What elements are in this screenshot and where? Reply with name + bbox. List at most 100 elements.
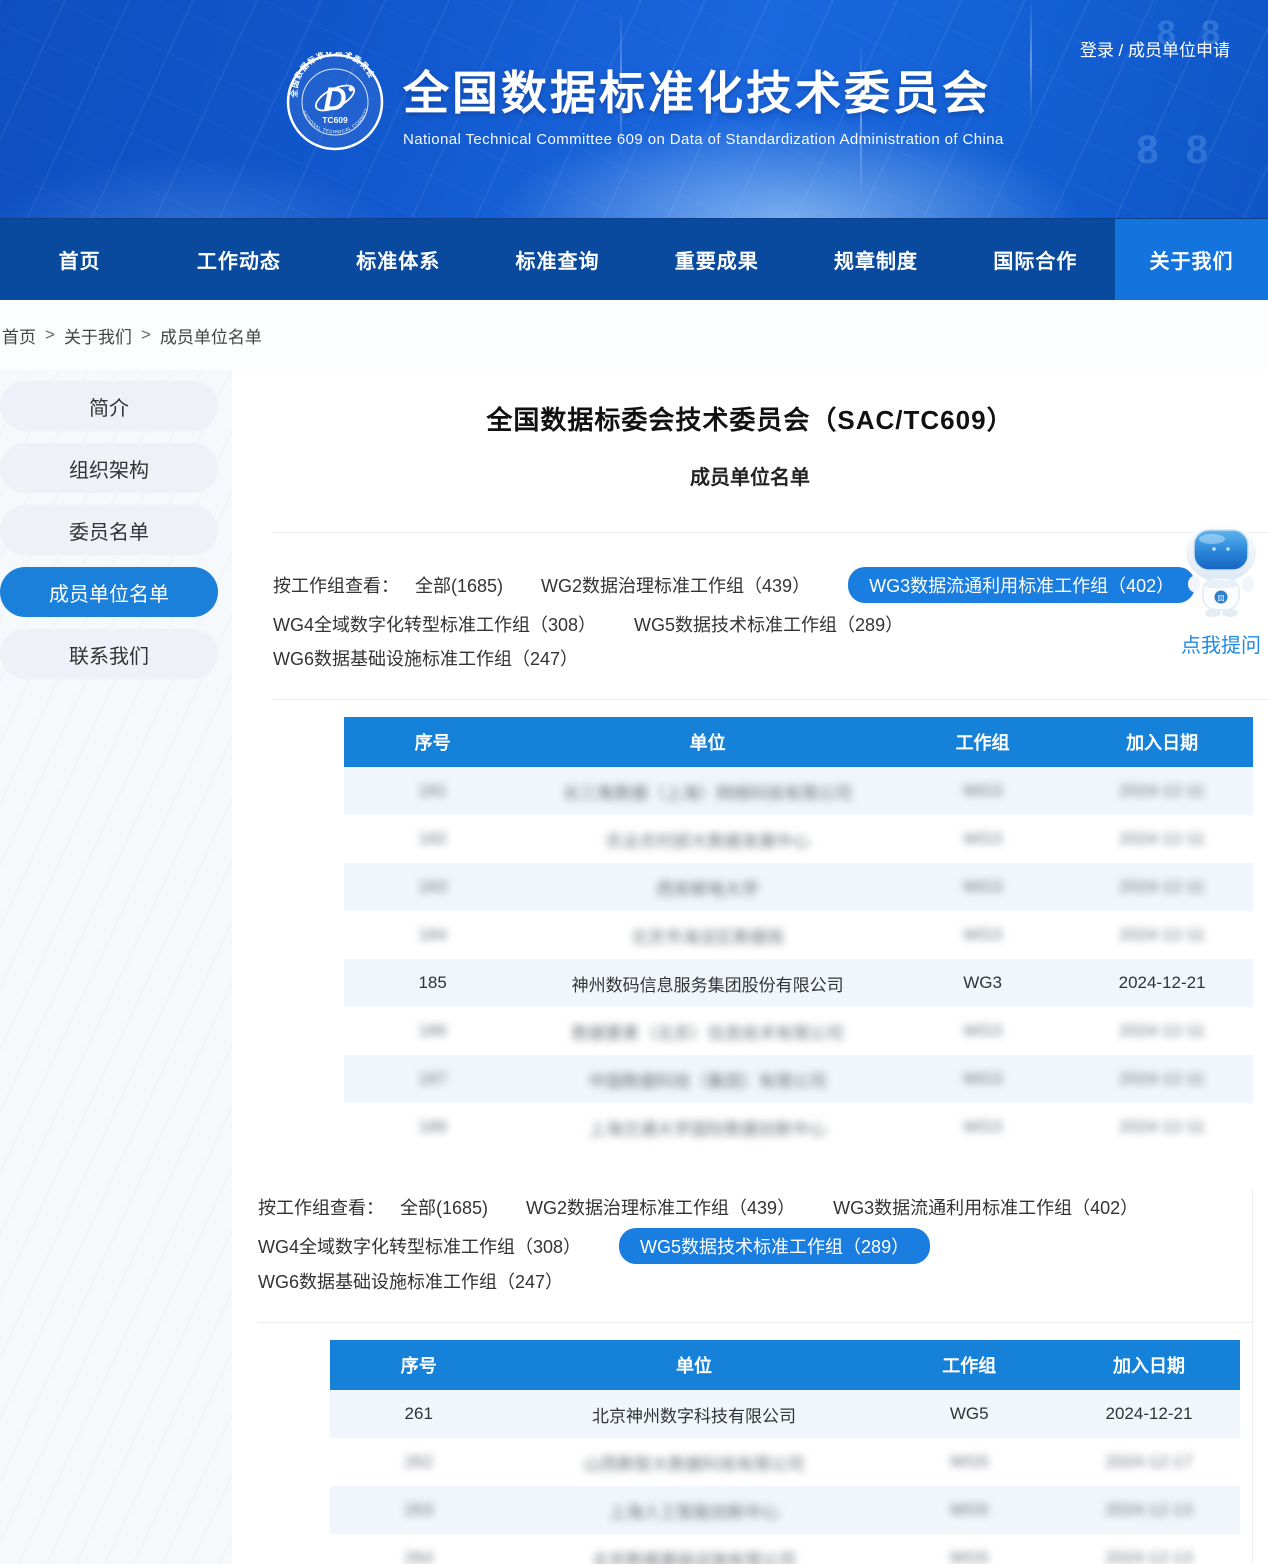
filter-option-1[interactable]: 全部(1685) [400, 1190, 488, 1224]
filter-option-3-selected[interactable]: WG3数据流通利用标准工作组（402） [848, 567, 1195, 603]
table-cell: WG5 [881, 1438, 1058, 1486]
filter-line-2: WG4全域数字化转型标准工作组（308） WG5数据技术标准工作组（289） WG6… [273, 607, 1248, 675]
site-subtitle: National Technical Committee 609 on Data… [403, 131, 1004, 148]
nav-item-6[interactable]: 规章制度 [796, 219, 955, 300]
divider [273, 699, 1268, 700]
page-subtitle: 成员单位名单 [232, 461, 1268, 490]
table-cell: 北京神州数字科技有限公司 [507, 1390, 880, 1438]
sidebar-item-4[interactable]: 成员单位名单 [0, 567, 218, 617]
filter-option-2[interactable]: WG2数据治理标准工作组（439） [541, 568, 810, 602]
filter-option-6[interactable]: WG6数据基础设施标准工作组（247） [258, 1264, 563, 1298]
table-cell: 2024-12-11 [1071, 815, 1253, 863]
sidebar-item-5[interactable]: 联系我们 [0, 629, 218, 679]
table-cell: 2024-12-11 [1071, 1055, 1253, 1103]
filter-option-5-selected[interactable]: WG5数据技术标准工作组（289） [619, 1228, 930, 1264]
sidebar-item-3[interactable]: 委员名单 [0, 505, 218, 555]
filter-option-1[interactable]: 全部(1685) [415, 568, 503, 602]
table-row: 185神州数码信息服务集团股份有限公司WG32024-12-21 [344, 959, 1253, 1007]
brand-text: 全国数据标准化技术委员会 National Technical Committe… [403, 57, 1004, 148]
nav-item-5[interactable]: 重要成果 [637, 219, 796, 300]
cell-text: 上海交通大学国际数据创新中心 [589, 1120, 827, 1139]
svg-text:回: 回 [1218, 595, 1225, 603]
nav-item-3[interactable]: 标准体系 [319, 219, 478, 300]
cell-text: WG5 [950, 1404, 989, 1423]
breadcrumb-item-1[interactable]: 首页 [2, 323, 36, 348]
table-cell: WG3 [894, 1055, 1071, 1103]
table-cell: WG3 [894, 1007, 1071, 1055]
cell-text: WG3 [963, 1117, 1002, 1136]
nav-item-1[interactable]: 首页 [0, 219, 159, 300]
breadcrumb-separator: > [141, 325, 151, 345]
filter-block: 按工作组查看：全部(1685)WG2数据治理标准工作组（439）WG3数据流通利… [258, 1189, 1232, 1298]
table-cell: WG5 [881, 1486, 1058, 1534]
robot-mascot-icon[interactable]: 回 [1182, 522, 1260, 618]
table-header-row: 序号单位工作组加入日期 [344, 717, 1253, 767]
table-cell: 2024-12-11 [1071, 863, 1253, 911]
sidebar-item-1[interactable]: 简介 [0, 381, 218, 431]
breadcrumb-item-2[interactable]: 关于我们 [64, 323, 132, 348]
table-cell: WG3 [894, 1103, 1071, 1151]
column-header: 加入日期 [1058, 1340, 1240, 1390]
cell-text: 数据要素（北京）信息技术有限公司 [572, 1024, 844, 1043]
banner-decor-digits: 8 8 [1136, 128, 1216, 173]
login-link[interactable]: 登录 / 成员单位申请 [1080, 36, 1230, 61]
filter-option-3[interactable]: WG3数据流通利用标准工作组（402） [833, 1190, 1138, 1224]
column-header: 工作组 [894, 717, 1071, 767]
nav-item-4[interactable]: 标准查询 [478, 219, 637, 300]
nav-item-8[interactable]: 关于我们 [1115, 219, 1268, 300]
assistant-label[interactable]: 点我提问 [1179, 629, 1263, 658]
cell-text: 185 [418, 973, 446, 992]
filter-option-5[interactable]: WG5数据技术标准工作组（289） [634, 607, 903, 641]
table-cell: 181 [344, 767, 521, 815]
table-row: 262山西数智大数据科技有限公司WG52024-12-17 [330, 1438, 1240, 1486]
table-row: 187 中国数据科技（集团）有限公司 WG3 2024-12-11 [344, 1055, 1253, 1103]
committee-logo-icon: 全国数据标准化技术委员会 NATIONAL TECHNICAL COMMITTE… [285, 52, 385, 152]
cell-text: 农业农村部大数据发展中心 [606, 832, 810, 851]
nav-item-2[interactable]: 工作动态 [159, 219, 318, 300]
breadcrumb: 首页>关于我们>成员单位名单 [0, 300, 1268, 370]
cell-text: 长三角数据（上海）网络科技有限公司 [563, 784, 852, 803]
table-row: 183西安邮电大学WG32024-12-11 [344, 863, 1253, 911]
table-cell: 187 [344, 1055, 521, 1103]
cell-text: 北京市海淀区数据局 [631, 928, 784, 947]
filter-option-4[interactable]: WG4全域数字化转型标准工作组（308） [258, 1229, 581, 1263]
member-table: 序号单位工作组加入日期 261北京神州数字科技有限公司WG52024-12-21… [330, 1340, 1240, 1564]
cell-text: 187 [418, 1069, 446, 1088]
section-wg5: 按工作组查看：全部(1685)WG2数据治理标准工作组（439）WG3数据流通利… [232, 1189, 1253, 1564]
table-cell: WG3 [894, 863, 1071, 911]
cell-text: 神州数码信息服务集团股份有限公司 [572, 976, 844, 995]
table-row: 181长三角数据（上海）网络科技有限公司WG32024-12-11 [344, 767, 1253, 815]
table-cell: 上海交通大学国际数据创新中心 [521, 1103, 894, 1151]
filter-option-2[interactable]: WG2数据治理标准工作组（439） [526, 1190, 795, 1224]
table-row: 182农业农村部大数据发展中心WG32024-12-11 [344, 815, 1253, 863]
filter-option-6[interactable]: WG6数据基础设施标准工作组（247） [273, 641, 578, 675]
sidebar: 简介组织架构委员名单成员单位名单联系我们 [0, 370, 220, 691]
cell-text: 2024-12-11 [1119, 877, 1205, 896]
cell-text: WG3 [963, 1069, 1002, 1088]
assistant-widget[interactable]: 回 点我提问 [1179, 522, 1263, 658]
table-cell: 188 [344, 1103, 521, 1151]
table-cell: 数据要素（北京）信息技术有限公司 [521, 1007, 894, 1055]
table-row: 261北京神州数字科技有限公司WG52024-12-21 [330, 1390, 1240, 1438]
cell-text: 183 [418, 877, 446, 896]
cell-text: 182 [418, 829, 446, 848]
table-row: 264北京数据基础设施有限公司WG52024-12-13 [330, 1534, 1240, 1564]
site-banner: 8 8 8 8 登录 / 成员单位申请 全国数据标准化技术委员会 NATIONA… [0, 0, 1268, 218]
site-title: 全国数据标准化技术委员会 [403, 57, 1004, 123]
column-header: 单位 [507, 1340, 880, 1390]
nav-item-7[interactable]: 国际合作 [956, 219, 1115, 300]
filter-option-4[interactable]: WG4全域数字化转型标准工作组（308） [273, 607, 596, 641]
table-cell: 中国数据科技（集团）有限公司 [521, 1055, 894, 1103]
table-cell: 261 [330, 1390, 507, 1438]
sidebar-item-2[interactable]: 组织架构 [0, 443, 218, 493]
table-cell: 2024-12-11 [1071, 1007, 1253, 1055]
table-row: 188上海交通大学国际数据创新中心WG32024-12-11 [344, 1103, 1253, 1151]
filter-label: 按工作组查看： [273, 572, 399, 598]
section-wg3: 全国数据标委会技术委员会（SAC/TC609） 成员单位名单 按工作组查看：全部… [232, 370, 1268, 1151]
table-cell: 185 [344, 959, 521, 1007]
cell-text: WG5 [950, 1452, 989, 1471]
cell-text: 北京神州数字科技有限公司 [592, 1407, 796, 1426]
breadcrumb-item-3[interactable]: 成员单位名单 [160, 323, 262, 348]
cell-text: 262 [405, 1452, 433, 1471]
cell-text: 2024-12-11 [1119, 1021, 1205, 1040]
